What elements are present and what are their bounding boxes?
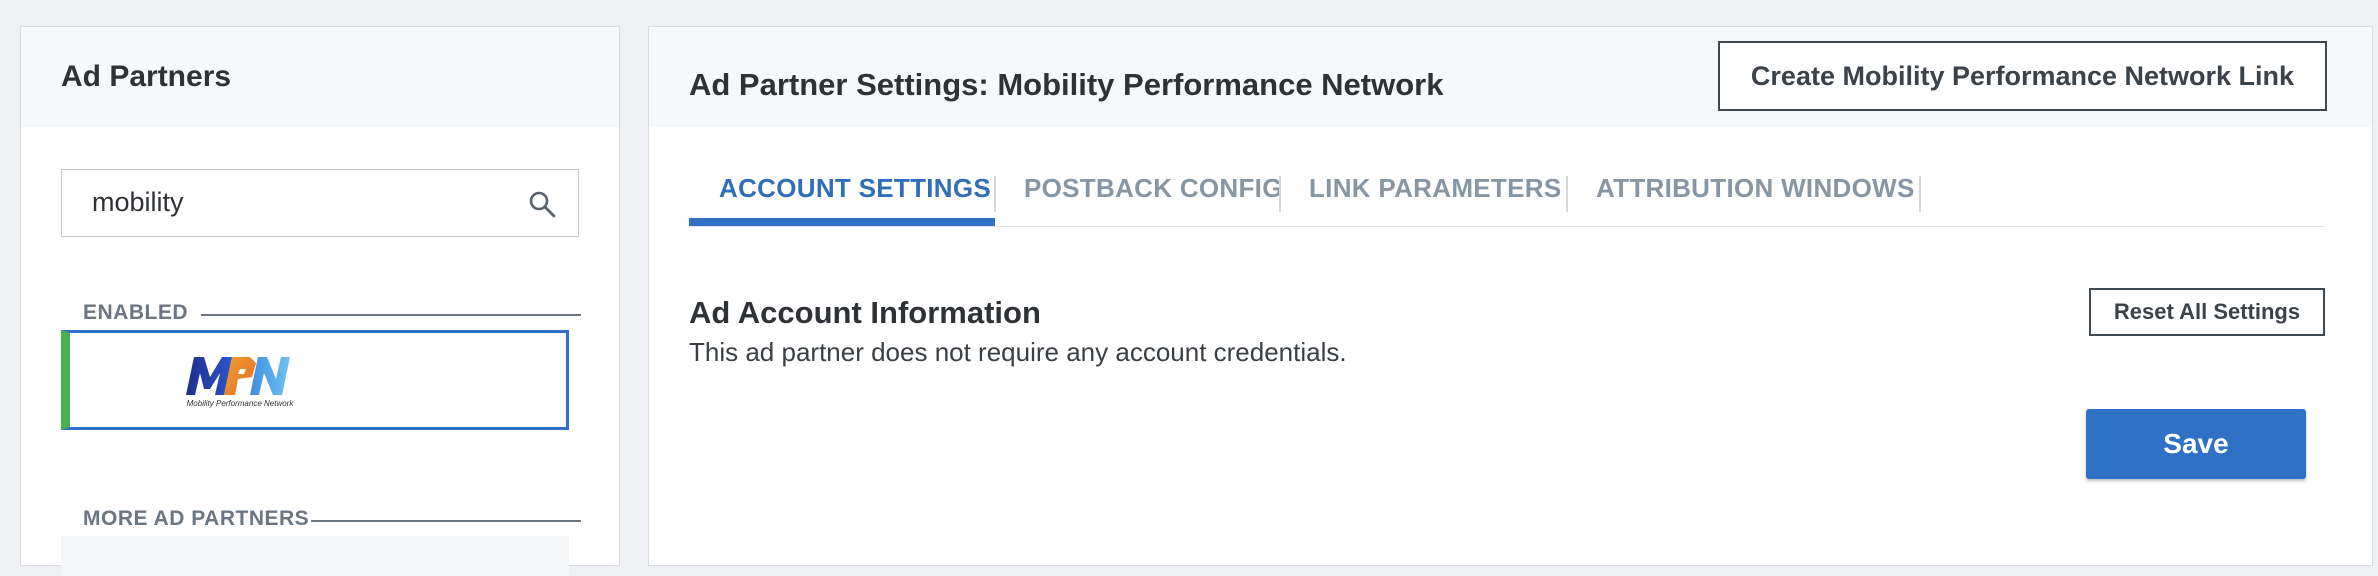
mpn-logo-subtext: Mobility Performance Network <box>187 399 295 408</box>
settings-title: Ad Partner Settings: Mobility Performanc… <box>689 67 1444 102</box>
ad-partners-title: Ad Partners <box>61 60 232 93</box>
ad-partners-header: Ad Partners <box>21 27 619 127</box>
tab-account-settings[interactable]: ACCOUNT SETTINGS <box>689 162 995 226</box>
search-icon[interactable] <box>528 190 556 218</box>
more-partners-divider <box>311 520 581 522</box>
ad-partners-panel: Ad Partners ENABLED <box>20 26 620 576</box>
partner-card-mpn[interactable]: Mobility Performance Network <box>61 330 569 430</box>
settings-tabs: ACCOUNT SETTINGS POSTBACK CONFIG LINK PA… <box>689 162 2325 227</box>
more-partners-list-item[interactable] <box>61 536 569 576</box>
tab-separator <box>994 176 996 212</box>
ad-partner-settings-panel: Ad Partner Settings: Mobility Performanc… <box>648 26 2373 566</box>
settings-header: Ad Partner Settings: Mobility Performanc… <box>649 27 2372 127</box>
search-input[interactable] <box>92 170 492 234</box>
tab-separator <box>1919 176 1921 212</box>
search-box <box>61 169 579 237</box>
ad-account-info-desc: This ad partner does not require any acc… <box>689 337 1347 367</box>
enabled-divider <box>201 314 581 316</box>
tab-separator <box>1566 176 1568 212</box>
enabled-section-label: ENABLED <box>83 301 189 324</box>
create-link-button[interactable]: Create Mobility Performance Network Link <box>1718 41 2327 111</box>
tab-separator <box>1279 176 1281 212</box>
save-button[interactable]: Save <box>2086 409 2306 479</box>
tab-postback-config[interactable]: POSTBACK CONFIG <box>1024 162 1283 226</box>
tab-link-parameters[interactable]: LINK PARAMETERS <box>1309 162 1561 226</box>
reset-all-settings-button[interactable]: Reset All Settings <box>2089 288 2325 336</box>
ad-account-info-title: Ad Account Information <box>689 295 1041 330</box>
mpn-logo: Mobility Performance Network <box>186 357 295 408</box>
tab-attribution-windows[interactable]: ATTRIBUTION WINDOWS <box>1596 162 1915 226</box>
more-partners-section-label: MORE AD PARTNERS <box>83 507 310 530</box>
